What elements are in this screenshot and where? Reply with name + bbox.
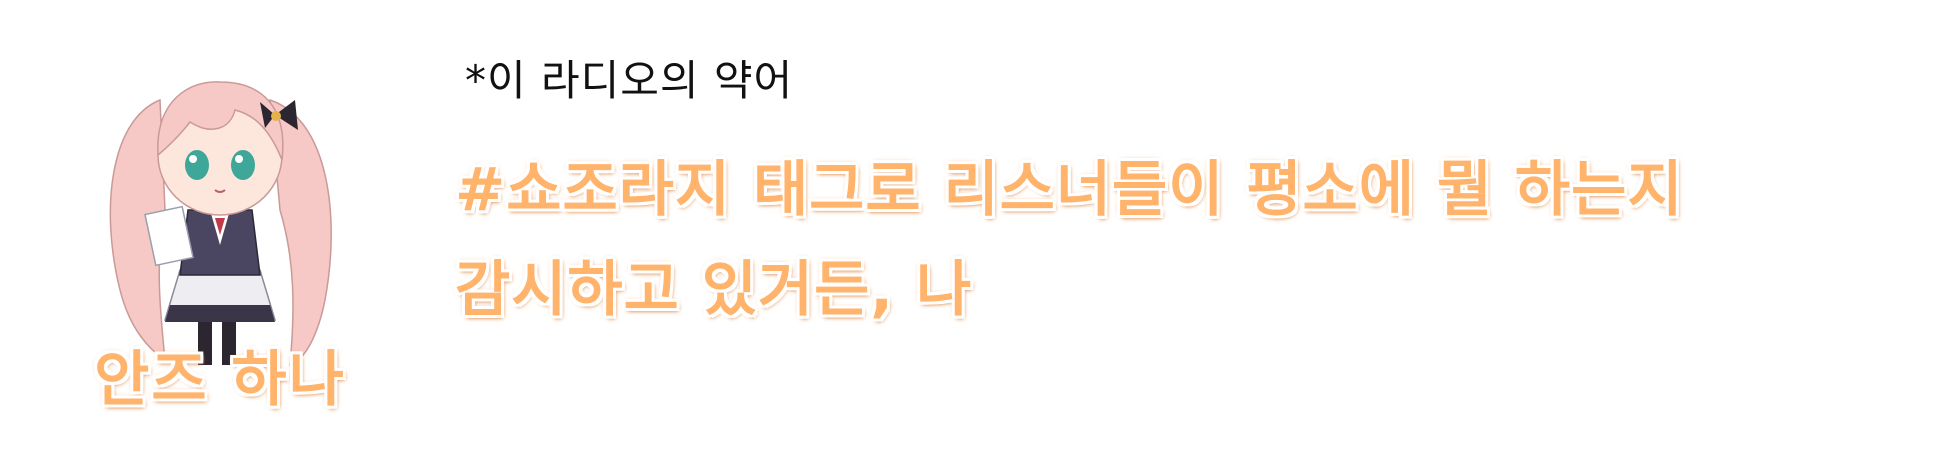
character-portrait — [70, 60, 370, 380]
subtitle-text: #쇼조라지 태그로 리스너들이 평소에 뭘 하는지 감시하고 있거든, 나 — [455, 140, 1925, 340]
chibi-girl-illustration — [109, 81, 332, 367]
subtitle-line: 감시하고 있거든, 나 — [455, 255, 973, 325]
speaker-name: 안즈 하나 — [94, 345, 346, 415]
translator-note: *이 라디오의 약어 — [465, 56, 794, 105]
subtitle-line: #쇼조라지 태그로 리스너들이 평소에 뭘 하는지 — [455, 155, 1684, 225]
